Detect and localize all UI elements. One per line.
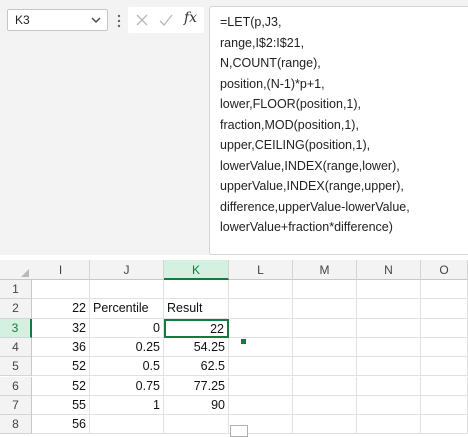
cell-n8[interactable]: [357, 415, 421, 435]
cell-l3[interactable]: [229, 318, 293, 338]
cell-o4[interactable]: [421, 337, 468, 358]
cell-m3[interactable]: [293, 318, 357, 338]
cell-n2[interactable]: [357, 299, 421, 319]
cell-k2[interactable]: Result: [164, 299, 229, 319]
formula-text: =LET(p,J3, range,I$2:I$21, N,COUNT(range…: [220, 12, 410, 238]
formula-bar-area: K3 fx =LET(p,J3, range,I$2:I$21, N,COUNT…: [0, 0, 468, 255]
row-header-1[interactable]: 1: [0, 280, 32, 300]
column-header-k[interactable]: K: [164, 260, 229, 280]
fill-handle[interactable]: [240, 338, 247, 345]
column-header-row: IJKLMNO: [0, 260, 468, 280]
cell-n3[interactable]: [357, 318, 421, 338]
cell-k3[interactable]: 22: [164, 318, 229, 338]
row-header-8[interactable]: 8: [0, 415, 32, 435]
formula-line: lowerValue+fraction*difference): [220, 220, 393, 234]
chevron-down-icon[interactable]: [91, 16, 101, 24]
row-header-5[interactable]: 5: [0, 357, 32, 377]
cell-m2[interactable]: [293, 299, 357, 319]
cell-n1[interactable]: [357, 280, 421, 300]
cell-j7[interactable]: 1: [90, 395, 164, 416]
select-all-icon: [21, 269, 29, 277]
enter-check-icon[interactable]: [158, 12, 174, 28]
cell-k1[interactable]: [164, 280, 229, 300]
cell-n5[interactable]: [357, 357, 421, 377]
cell-n4[interactable]: [357, 337, 421, 358]
formula-line: fraction,MOD(position,1),: [220, 117, 359, 132]
formula-line: =LET(p,J3,: [220, 15, 282, 29]
cell-m1[interactable]: [293, 280, 357, 300]
cell-j8[interactable]: [90, 415, 164, 435]
cell-o7[interactable]: [421, 395, 468, 416]
paste-options-icon[interactable]: [230, 425, 248, 437]
cell-o3[interactable]: [421, 318, 468, 338]
cell-i7[interactable]: 55: [32, 395, 90, 416]
cell-k7[interactable]: 90: [164, 395, 229, 416]
cell-l5[interactable]: [229, 357, 293, 377]
cell-i1[interactable]: [32, 280, 90, 300]
formula-line: lowerValue,INDEX(range,lower),: [220, 158, 400, 173]
formula-line: upperValue,INDEX(range,upper),: [220, 179, 404, 193]
formula-line: position,(N-1)*p+1,: [220, 76, 325, 91]
cell-i5[interactable]: 52: [32, 357, 90, 377]
cell-l4[interactable]: [229, 337, 293, 358]
cell-l7[interactable]: [229, 395, 293, 416]
formula-line: upper,CEILING(position,1),: [220, 138, 371, 152]
cell-i8[interactable]: 56: [32, 415, 90, 435]
cell-k6[interactable]: 77.25: [164, 376, 229, 396]
cell-n7[interactable]: [357, 395, 421, 416]
column-header-l[interactable]: L: [229, 260, 293, 280]
cell-m5[interactable]: [293, 357, 357, 377]
cell-o1[interactable]: [421, 280, 468, 300]
formula-line: range,I$2:I$21,: [220, 35, 305, 50]
cell-l2[interactable]: [229, 299, 293, 319]
row-header-6[interactable]: 6: [0, 376, 32, 396]
row-header-7[interactable]: 7: [0, 395, 32, 416]
cell-o2[interactable]: [421, 299, 468, 319]
cell-k4[interactable]: 54.25: [164, 337, 229, 358]
cell-i3[interactable]: 32: [32, 318, 90, 338]
column-header-j[interactable]: J: [90, 260, 164, 280]
cell-j4[interactable]: 0.25: [90, 337, 164, 358]
cell-m8[interactable]: [293, 415, 357, 435]
cell-o8[interactable]: [421, 415, 468, 435]
select-all-button[interactable]: [0, 260, 32, 280]
cell-j3[interactable]: 0: [90, 318, 164, 338]
cell-o5[interactable]: [421, 357, 468, 377]
spreadsheet-grid: IJKLMNO 1 2 22 Percentile Result 3 32 0 22 4 36 0.2…: [0, 260, 468, 435]
formula-line: lower,FLOOR(position,1),: [220, 97, 362, 111]
column-header-n[interactable]: N: [357, 260, 421, 280]
cell-l6[interactable]: [229, 376, 293, 396]
cell-k8[interactable]: [164, 415, 229, 435]
name-box-value: K3: [15, 13, 30, 27]
row-header-2[interactable]: 2: [0, 299, 32, 319]
cancel-icon[interactable]: [134, 12, 150, 28]
cell-i6[interactable]: 52: [32, 376, 90, 396]
cell-m7[interactable]: [293, 395, 357, 416]
cell-k5[interactable]: 62.5: [164, 357, 229, 377]
row-header-4[interactable]: 4: [0, 337, 32, 358]
formula-line: difference,upperValue-lowerValue,: [220, 199, 410, 214]
insert-function-button[interactable]: fx: [184, 10, 197, 26]
more-options-icon[interactable]: [117, 14, 121, 28]
cell-j1[interactable]: [90, 280, 164, 300]
row-header-3[interactable]: 3: [0, 318, 32, 338]
cell-m6[interactable]: [293, 376, 357, 396]
cell-i4[interactable]: 36: [32, 337, 90, 358]
column-header-o[interactable]: O: [421, 260, 468, 280]
cell-j2[interactable]: Percentile: [90, 299, 164, 319]
cell-l1[interactable]: [229, 280, 293, 300]
cell-j5[interactable]: 0.5: [90, 357, 164, 377]
formula-input[interactable]: =LET(p,J3, range,I$2:I$21, N,COUNT(range…: [209, 6, 468, 255]
column-header-i[interactable]: I: [32, 260, 90, 280]
name-box[interactable]: K3: [7, 9, 108, 31]
formula-buttons: fx: [128, 7, 204, 33]
column-header-m[interactable]: M: [293, 260, 357, 280]
cell-j6[interactable]: 0.75: [90, 376, 164, 396]
cell-m4[interactable]: [293, 337, 357, 358]
cell-n6[interactable]: [357, 376, 421, 396]
formula-line: N,COUNT(range),: [220, 56, 321, 70]
cell-o6[interactable]: [421, 376, 468, 396]
cell-i2[interactable]: 22: [32, 299, 90, 319]
